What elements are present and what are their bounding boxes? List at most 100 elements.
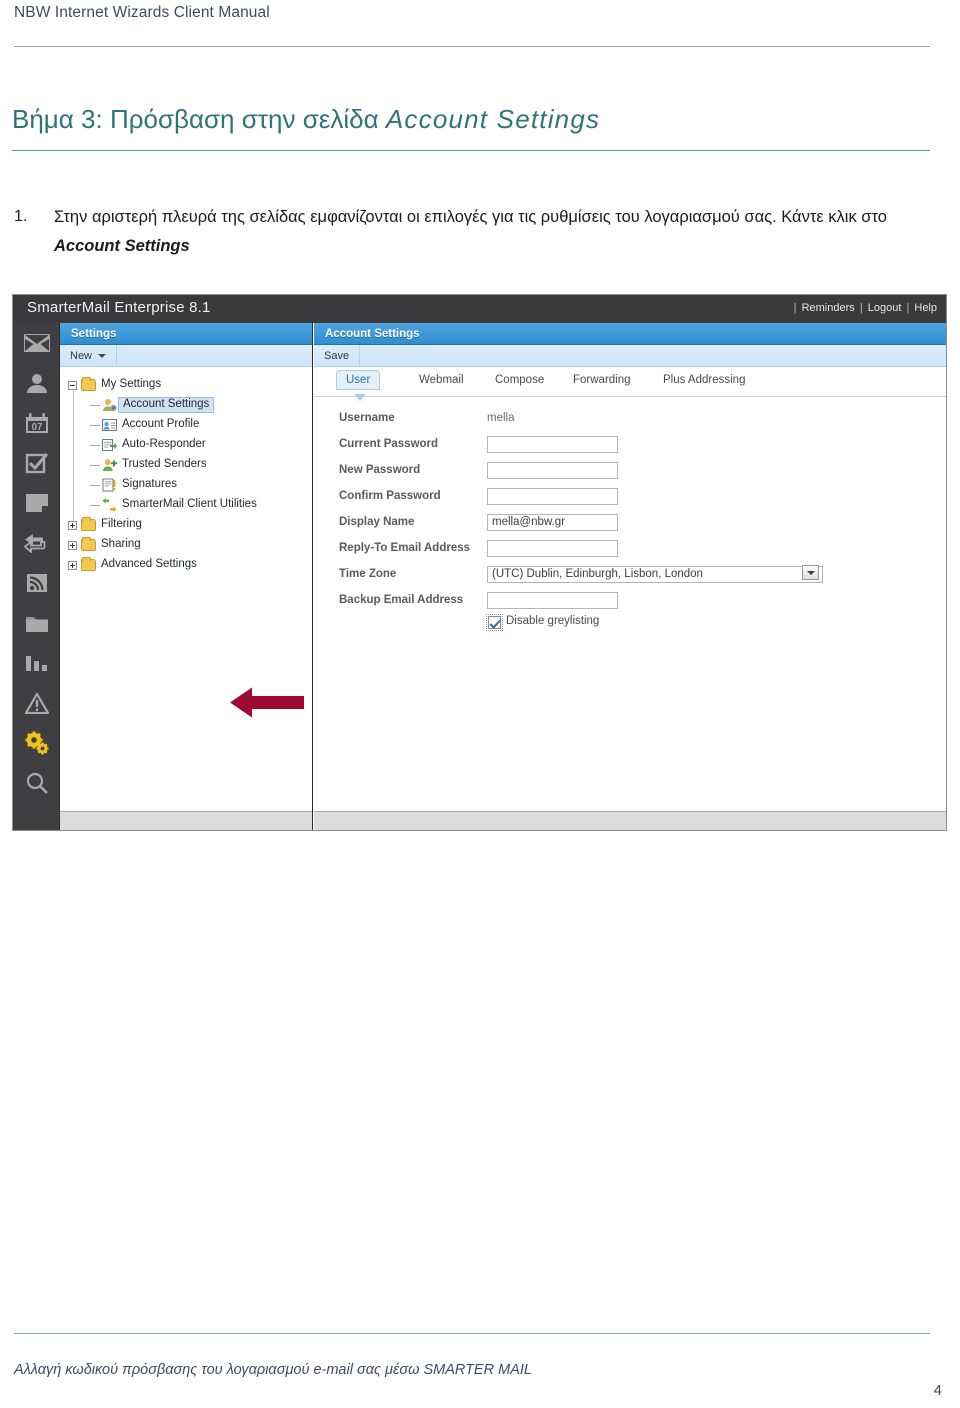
username-label: Username [339,412,395,424]
tree-item-label: Filtering [101,518,142,531]
instruction-text: Στην αριστερή πλευρά της σελίδας εμφανίζ… [54,203,930,261]
account-settings-toolbar: Save [314,345,946,367]
tree-branch-line [90,424,100,426]
collapse-toggle-icon[interactable] [68,380,77,390]
embedded-application-screenshot: SmarterMail Enterprise 8.1 | Reminders |… [12,294,947,831]
tree-branch-line [90,464,100,466]
user-settings-form: Username mella Current Password New Pass… [314,405,946,810]
calendar-day-number: 07 [31,422,43,433]
tab-label: User [346,374,371,386]
notes-icon[interactable] [13,483,60,523]
settings-panel: Settings New My Settings Account Setting… [60,323,313,830]
settings-panel-toolbar: New [60,345,312,367]
tab-plus-addressing[interactable]: Plus Addressing [654,371,754,389]
tab-forwarding[interactable]: Forwarding [564,371,640,389]
reminders-link[interactable]: Reminders [801,302,856,314]
tree-item-label: Signatures [122,478,177,491]
help-link[interactable]: Help [913,302,938,314]
backup-email-input[interactable] [487,591,618,609]
display-name-input[interactable] [487,513,618,531]
confirm-password-label: Confirm Password [339,490,441,502]
tree-branch-line [90,504,100,506]
field-row-username: Username mella [314,405,946,431]
header-divider [14,46,930,47]
expand-toggle-icon[interactable] [68,560,77,570]
tree-item-label: My Settings [101,378,162,391]
new-button-label: New [70,349,93,362]
tree-item-account-profile[interactable]: Account Profile [68,415,312,435]
current-password-label: Current Password [339,438,439,450]
tree-item-auto-responder[interactable]: Auto-Responder [68,435,312,455]
current-password-input[interactable] [487,435,618,453]
tree-item-trusted-senders[interactable]: Trusted Senders [68,455,312,475]
file-storage-icon[interactable] [13,603,60,643]
tab-user[interactable]: User [336,370,381,390]
search-icon[interactable] [13,763,60,803]
folder-icon [81,377,96,391]
new-password-input[interactable] [487,461,618,479]
app-brand-label: SmarterMail Enterprise 8.1 [27,299,211,316]
annotation-arrow-icon [230,687,304,718]
tab-webmail[interactable]: Webmail [410,371,473,389]
expand-toggle-icon[interactable] [68,520,77,530]
logout-link[interactable]: Logout [867,302,903,314]
time-zone-select[interactable] [487,565,823,583]
signatures-icon [102,478,117,492]
tasks-icon[interactable] [13,443,60,483]
time-zone-label: Time Zone [339,568,397,580]
instruction-list-item: 1. Στην αριστερή πλευρά της σελίδας εμφα… [14,203,930,261]
email-icon[interactable] [13,323,60,363]
document-header-title: NBW Internet Wizards Client Manual [14,4,270,21]
chevron-down-icon[interactable] [802,565,819,580]
contacts-icon[interactable] [13,363,60,403]
settings-panel-header: Settings [60,323,312,345]
tab-compose[interactable]: Compose [486,371,553,389]
right-statusbar [314,811,946,830]
tree-item-sharing[interactable]: Sharing [68,535,312,555]
tree-branch-line [90,484,100,486]
page-title-italic: Account Settings [385,104,601,134]
new-button[interactable]: New [60,345,118,366]
tree-item-account-settings[interactable]: Account Settings [68,395,312,415]
reply-forward-icon[interactable] [13,523,60,563]
expand-toggle-icon[interactable] [68,540,77,550]
chevron-down-icon [98,353,107,358]
account-settings-panel: Account Settings Save User Webmail Compo… [314,323,946,830]
field-row-backup-email: Backup Email Address [314,587,946,613]
reports-icon[interactable] [13,643,60,683]
instruction-text-emphasis: Account Settings [54,236,190,255]
tree-item-label: Account Profile [122,418,200,431]
tab-label: Plus Addressing [663,374,746,386]
trusted-senders-icon [102,458,117,472]
new-password-label: New Password [339,464,421,476]
settings-gear-icon[interactable] [13,723,60,763]
reply-to-input[interactable] [487,539,618,557]
footer-divider [14,1333,930,1334]
save-button[interactable]: Save [314,345,361,366]
rss-feeds-icon[interactable] [13,563,60,603]
app-titlebar: SmarterMail Enterprise 8.1 | Reminders |… [13,295,946,323]
tree-item-my-settings[interactable]: My Settings [68,375,312,395]
heading-divider [12,150,930,151]
tree-item-client-utilities[interactable]: SmarterMail Client Utilities [68,495,312,515]
tree-item-advanced-settings[interactable]: Advanced Settings [68,555,312,575]
calendar-icon[interactable]: 07 [13,403,60,443]
alerts-icon[interactable] [13,683,60,723]
disable-greylisting-checkbox[interactable] [486,614,503,631]
field-row-new-password: New Password [314,457,946,483]
page-title: Βήμα 3: Πρόσβαση στην σελίδα Account Set… [12,104,930,135]
tab-label: Compose [495,374,545,386]
link-separator-1: | [859,302,863,314]
folder-icon [81,537,96,551]
username-value: mella [487,412,515,424]
confirm-password-input[interactable] [487,487,618,505]
tree-item-signatures[interactable]: Signatures [68,475,312,495]
tab-label: Forwarding [573,374,631,386]
tree-branch-line [90,404,100,406]
field-row-confirm-password: Confirm Password [314,483,946,509]
backup-email-label: Backup Email Address [339,594,464,606]
tree-item-filtering[interactable]: Filtering [68,515,312,535]
tree-item-label: SmarterMail Client Utilities [122,498,257,511]
tree-branch-line [90,444,100,446]
reply-to-label: Reply-To Email Address [339,542,471,554]
